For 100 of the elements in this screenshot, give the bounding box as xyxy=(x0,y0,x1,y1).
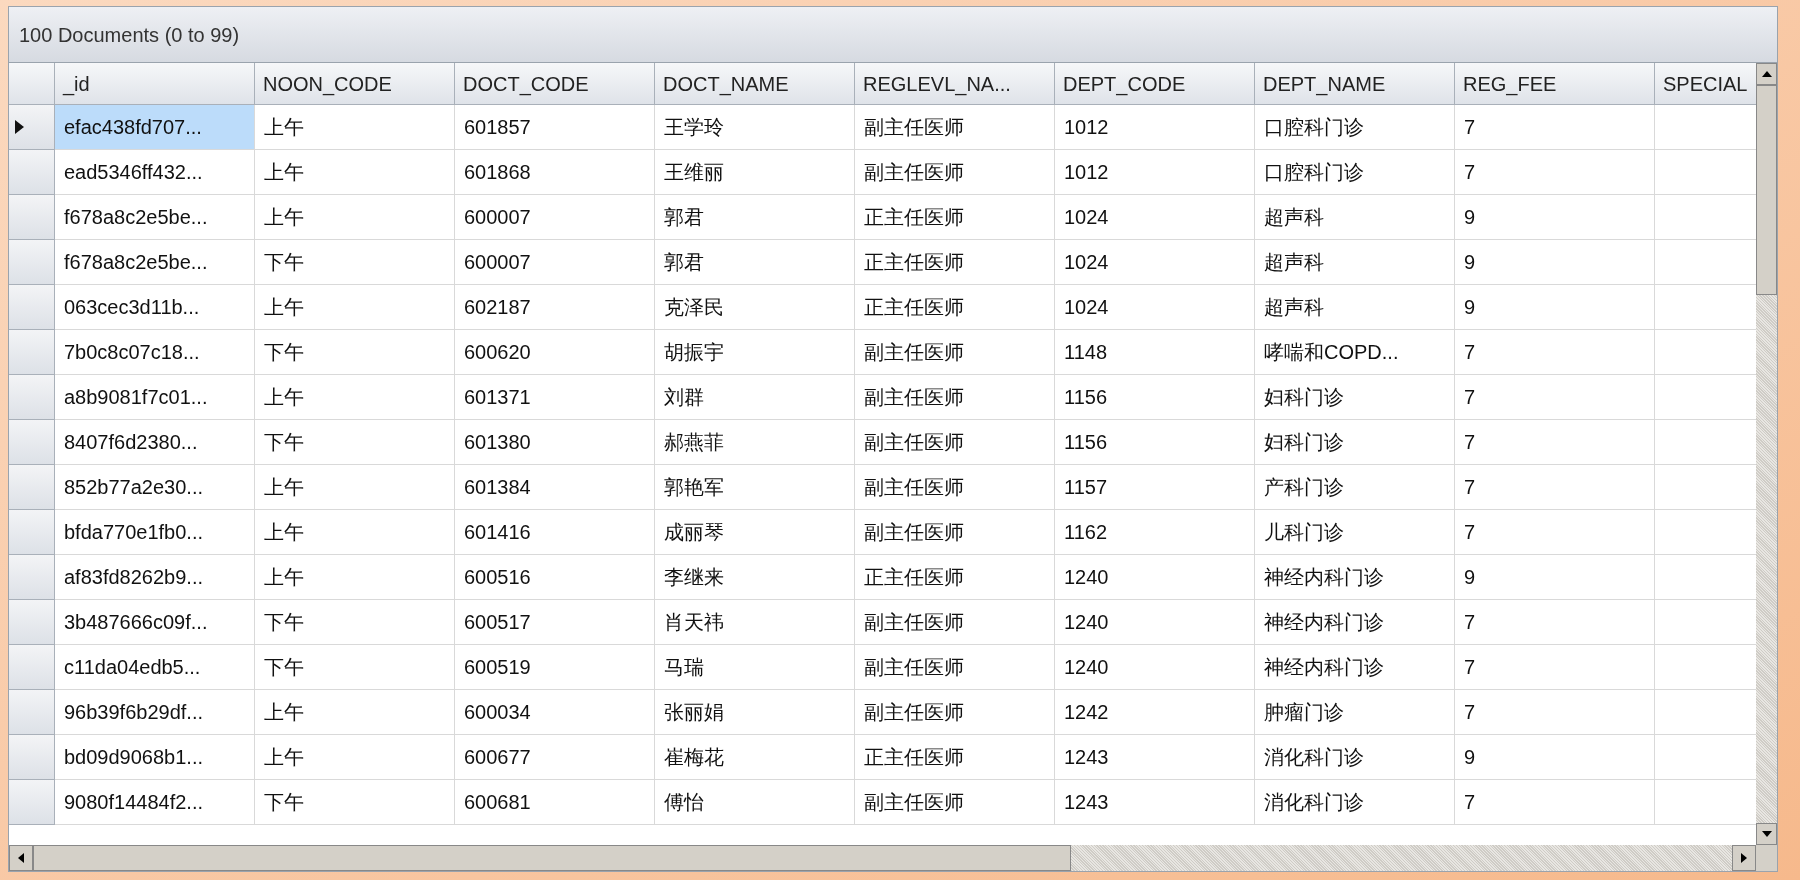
table-cell: 超声科 xyxy=(1255,285,1455,330)
table-cell: 王学玲 xyxy=(655,105,855,150)
table-cell: bd09d9068b1... xyxy=(55,735,255,780)
column-header[interactable]: _id xyxy=(55,63,255,105)
table-cell: 张丽娟 xyxy=(655,690,855,735)
scroll-down-button[interactable] xyxy=(1756,823,1777,845)
table-cell: 李继来 xyxy=(655,555,855,600)
table-cell: 下午 xyxy=(255,780,455,825)
table-cell: 上午 xyxy=(255,285,455,330)
table-cell: 601384 xyxy=(455,465,655,510)
document-count: 100 Documents (0 to 99) xyxy=(19,22,240,48)
table-cell: 神经内科门诊 xyxy=(1255,600,1455,645)
table-cell: 郭君 xyxy=(655,195,855,240)
table-cell: 1156 xyxy=(1055,375,1255,420)
table-cell: 7 xyxy=(1455,645,1655,690)
column-header[interactable]: DOCT_NAME xyxy=(655,63,855,105)
table-cell: 7 xyxy=(1455,690,1655,735)
column-header[interactable]: DEPT_CODE xyxy=(1055,63,1255,105)
table-cell: af83fd8262b9... xyxy=(55,555,255,600)
table-cell: 哮喘和COPD... xyxy=(1255,330,1455,375)
table-cell: 上午 xyxy=(255,555,455,600)
table-cell: 副主任医师 xyxy=(855,690,1055,735)
table-cell: 下午 xyxy=(255,240,455,285)
table-cell: 副主任医师 xyxy=(855,510,1055,555)
table-cell: f678a8c2e5be... xyxy=(55,240,255,285)
table-cell: 神经内科门诊 xyxy=(1255,645,1455,690)
table-cell: 上午 xyxy=(255,195,455,240)
table-cell: 1148 xyxy=(1055,330,1255,375)
column-header[interactable]: REGLEVL_NA... xyxy=(855,63,1055,105)
table-cell: 600519 xyxy=(455,645,655,690)
table-cell: 上午 xyxy=(255,105,455,150)
column-header[interactable]: DOCT_CODE xyxy=(455,63,655,105)
table-cell: 600034 xyxy=(455,690,655,735)
table-cell: 副主任医师 xyxy=(855,150,1055,195)
table-cell: 9 xyxy=(1455,735,1655,780)
table-cell: 1012 xyxy=(1055,150,1255,195)
table-cell: 正主任医师 xyxy=(855,735,1055,780)
table-cell: 7 xyxy=(1455,375,1655,420)
table-cell: 1162 xyxy=(1055,510,1255,555)
table-cell: 胡振宇 xyxy=(655,330,855,375)
table-cell: bfda770e1fb0... xyxy=(55,510,255,555)
table-cell: 1024 xyxy=(1055,285,1255,330)
table-cell: 上午 xyxy=(255,375,455,420)
column-header[interactable]: SPECIAL xyxy=(1655,63,1756,105)
left-arrow-icon xyxy=(18,853,24,863)
vertical-scrollbar[interactable] xyxy=(1756,63,1777,845)
table-cell: 副主任医师 xyxy=(855,600,1055,645)
table-cell: 3b487666c09f... xyxy=(55,600,255,645)
scroll-up-button[interactable] xyxy=(1756,63,1777,85)
table-cell: 9 xyxy=(1455,195,1655,240)
table-cell: 消化科门诊 xyxy=(1255,735,1455,780)
table-cell: 1243 xyxy=(1055,735,1255,780)
table-cell: a8b9081f7c01... xyxy=(55,375,255,420)
table-cell: 副主任医师 xyxy=(855,330,1055,375)
table-cell: 上午 xyxy=(255,510,455,555)
table-cell: 8407f6d2380... xyxy=(55,420,255,465)
table-cell: c11da04edb5... xyxy=(55,645,255,690)
column-header[interactable]: NOON_CODE xyxy=(255,63,455,105)
up-arrow-icon xyxy=(1761,71,1772,77)
scroll-left-button[interactable] xyxy=(9,845,33,871)
table-cell: 600007 xyxy=(455,240,655,285)
table-cell: 9 xyxy=(1455,240,1655,285)
scrollbar-thumb[interactable] xyxy=(33,845,1071,871)
table-cell: 崔梅花 xyxy=(655,735,855,780)
table-cell: 7b0c8c07c18... xyxy=(55,330,255,375)
table-cell: 马瑞 xyxy=(655,645,855,690)
table-cell: 下午 xyxy=(255,600,455,645)
table-cell: 7 xyxy=(1455,465,1655,510)
table-cell: 7 xyxy=(1455,510,1655,555)
table-cell: 852b77a2e30... xyxy=(55,465,255,510)
table-cell: 7 xyxy=(1455,600,1655,645)
table-cell: 601380 xyxy=(455,420,655,465)
table-cell: 600681 xyxy=(455,780,655,825)
table-cell: 1024 xyxy=(1055,240,1255,285)
table-cell: efac438fd707... xyxy=(55,105,255,150)
table-cell: 601868 xyxy=(455,150,655,195)
horizontal-scrollbar[interactable] xyxy=(9,845,1756,871)
column-header[interactable]: DEPT_NAME xyxy=(1255,63,1455,105)
table-cell: 副主任医师 xyxy=(855,105,1055,150)
table-cell: 正主任医师 xyxy=(855,195,1055,240)
right-arrow-icon xyxy=(1741,853,1747,863)
table-cell: 郭艳军 xyxy=(655,465,855,510)
table-cell: 郭君 xyxy=(655,240,855,285)
table-cell: 口腔科门诊 xyxy=(1255,150,1455,195)
table-cell: 刘群 xyxy=(655,375,855,420)
table-cell: 1243 xyxy=(1055,780,1255,825)
scroll-right-button[interactable] xyxy=(1732,845,1756,871)
table-cell: 儿科门诊 xyxy=(1255,510,1455,555)
table-cell: 7 xyxy=(1455,420,1655,465)
row-header[interactable] xyxy=(9,105,55,150)
table-cell: 1240 xyxy=(1055,600,1255,645)
scrollbar-thumb[interactable] xyxy=(1756,85,1777,295)
table-cell: 96b39f6b29df... xyxy=(55,690,255,735)
table-cell: 7 xyxy=(1455,150,1655,195)
table-cell: 超声科 xyxy=(1255,240,1455,285)
table-cell: f678a8c2e5be... xyxy=(55,195,255,240)
column-header[interactable]: REG_FEE xyxy=(1455,63,1655,105)
table-cell: 上午 xyxy=(255,690,455,735)
table-cell: 600620 xyxy=(455,330,655,375)
table-cell: 1240 xyxy=(1055,555,1255,600)
